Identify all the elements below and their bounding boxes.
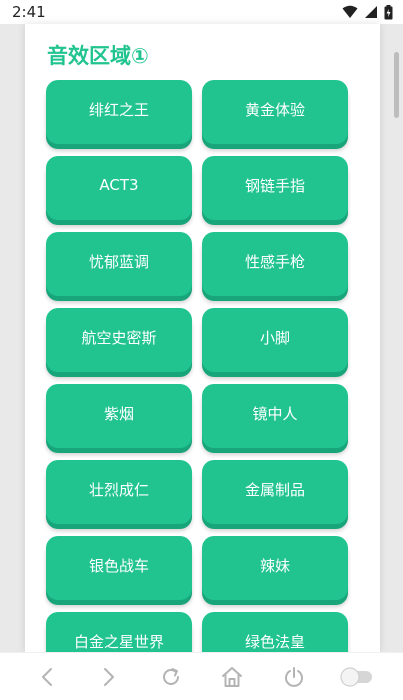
sound-button[interactable]: 镜中人 <box>202 384 348 448</box>
back-arrow-icon[interactable] <box>27 657 67 697</box>
right-margin <box>380 24 403 652</box>
sound-button[interactable]: 金属制品 <box>202 460 348 524</box>
sound-button[interactable]: 小脚 <box>202 308 348 372</box>
wifi-icon <box>342 5 358 18</box>
forward-arrow-icon[interactable] <box>89 657 129 697</box>
refresh-icon[interactable] <box>151 657 191 697</box>
sound-button[interactable]: 钢链手指 <box>202 156 348 220</box>
status-bar: 2:41 <box>0 0 403 24</box>
sound-button[interactable]: 绿色法皇 <box>202 612 348 652</box>
sound-button[interactable]: 紫烟 <box>46 384 192 448</box>
sound-button[interactable]: 航空史密斯 <box>46 308 192 372</box>
sound-button[interactable]: ACT3 <box>46 156 192 220</box>
home-icon[interactable] <box>212 657 252 697</box>
status-time: 2:41 <box>12 3 46 21</box>
browser-nav-bar <box>0 652 403 700</box>
scrollbar-thumb[interactable] <box>394 52 399 118</box>
sound-button[interactable]: 忧郁蓝调 <box>46 232 192 296</box>
section-title: 音效区域① <box>47 44 149 68</box>
sound-button[interactable]: 绯红之王 <box>46 80 192 144</box>
sound-button[interactable]: 辣妹 <box>202 536 348 600</box>
toggle-icon[interactable] <box>336 657 376 697</box>
status-icons <box>342 4 393 20</box>
signal-icon <box>365 6 377 18</box>
battery-icon <box>384 4 393 19</box>
sound-button[interactable]: 性感手枪 <box>202 232 348 296</box>
power-icon[interactable] <box>274 657 314 697</box>
sound-panel: 音效区域① 绯红之王 黄金体验 ACT3 钢链手指 忧郁蓝调 性感手枪 航空史密… <box>25 24 380 652</box>
sound-button[interactable]: 白金之星世界 <box>46 612 192 652</box>
sound-button[interactable]: 银色战车 <box>46 536 192 600</box>
sound-button[interactable]: 黄金体验 <box>202 80 348 144</box>
left-margin <box>0 24 25 652</box>
sound-button[interactable]: 壮烈成仁 <box>46 460 192 524</box>
